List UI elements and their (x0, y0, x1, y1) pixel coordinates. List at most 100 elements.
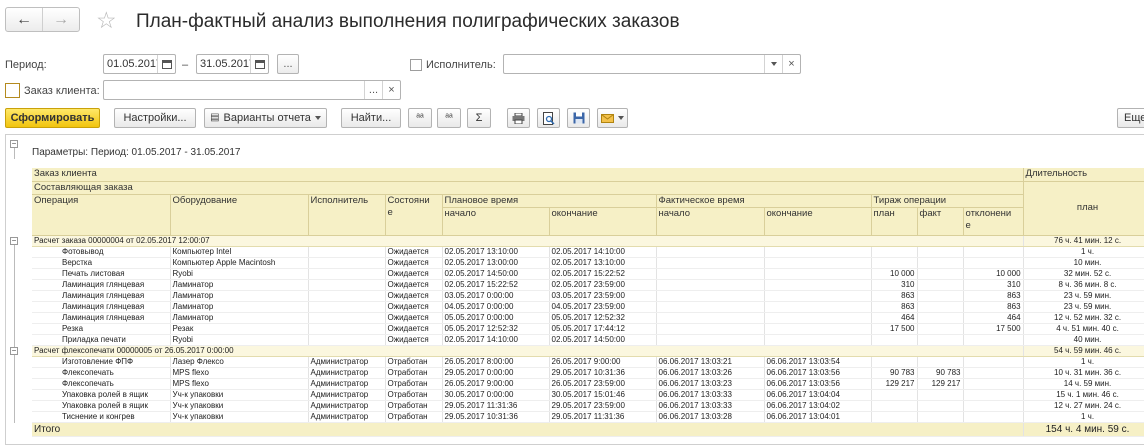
calendar-icon[interactable] (250, 55, 268, 73)
run-fact-cell (917, 400, 964, 412)
group-title: Расчет заказа 00000004 от 02.05.2017 12:… (32, 235, 1024, 247)
fact-start-cell (656, 257, 765, 269)
preview-icon[interactable] (537, 108, 560, 128)
clear-icon[interactable]: × (382, 81, 400, 99)
run-fact-cell (917, 268, 964, 280)
sum-icon[interactable]: Σ (467, 108, 491, 128)
print-icon[interactable] (507, 108, 530, 128)
plan-end-cell: 02.05.2017 14:10:00 (549, 246, 657, 258)
collapse-group-icon[interactable]: − (10, 237, 18, 245)
run-fact-cell (917, 356, 964, 368)
fact-start-cell: 06.06.2017 13:03:26 (656, 367, 765, 379)
table-row[interactable]: Упаковка ролей в ящик Уч-к упаковки Админи… (32, 400, 1144, 412)
plan-start-cell: 29.05.2017 0:00:00 (442, 367, 550, 379)
period-select-button[interactable]: ... (277, 54, 299, 74)
equipment-cell: Уч-к упаковки (170, 389, 309, 401)
header-order: Заказ клиента (32, 168, 1024, 182)
executor-cell (308, 312, 386, 324)
table-row[interactable]: Ламинация глянцевая Ламинатор Ожидается 04.… (32, 301, 1144, 313)
calendar-icon[interactable] (157, 55, 175, 73)
table-row[interactable]: Ламинация глянцевая Ламинатор Ожидается 05.… (32, 312, 1144, 324)
header-operation: Операция (32, 194, 171, 236)
run-deviation-cell (963, 400, 1024, 412)
forward-arrow-icon[interactable]: → (42, 8, 79, 31)
plan-start-cell: 02.05.2017 13:10:00 (442, 246, 550, 258)
email-icon[interactable] (597, 108, 628, 128)
save-icon[interactable] (567, 108, 590, 128)
table-row[interactable]: Фотовывод Компьютер Intel Ожидается 02.05.2… (32, 246, 1144, 258)
fact-end-cell (764, 323, 872, 335)
run-fact-cell (917, 323, 964, 335)
generate-button[interactable]: Сформировать (5, 108, 100, 128)
run-fact-cell (917, 411, 964, 423)
period-dash: – (182, 59, 189, 71)
executor-cell (308, 323, 386, 335)
plan-start-cell: 30.05.2017 0:00:00 (442, 389, 550, 401)
run-fact-cell: 90 783 (917, 367, 964, 379)
report-variants-button[interactable]: ▤ Варианты отчета (204, 108, 327, 128)
more-button[interactable]: Еще (1117, 108, 1144, 128)
table-row[interactable]: Флексопечать MPS flexo Администратор Отрабо… (32, 367, 1144, 379)
period-label: Период: (5, 59, 47, 71)
executor-checkbox[interactable] (410, 59, 422, 71)
plan-end-cell: 02.05.2017 14:50:00 (549, 334, 657, 346)
params-value: Период: 01.05.2017 - 31.05.2017 (90, 147, 241, 158)
clear-icon[interactable]: × (782, 55, 800, 73)
operation-cell: Флексопечать (32, 378, 171, 390)
duration-cell: 8 ч. 36 мин. 8 с. (1023, 279, 1144, 291)
back-arrow-icon[interactable]: ← (6, 8, 42, 31)
group-row[interactable]: Расчет заказа 00000004 от 02.05.2017 12:… (32, 235, 1144, 247)
duration-cell: 12 ч. 27 мин. 24 с. (1023, 400, 1144, 412)
table-row[interactable]: Изготовление ФПФ Лазер Флексо Администрато… (32, 356, 1144, 368)
header-dev-line1: отклонени (965, 207, 1012, 219)
duration-cell: 40 мин. (1023, 334, 1144, 346)
table-row[interactable]: Резка Резак Ожидается 05.05.2017 12:52:32 05… (32, 323, 1144, 335)
table-row[interactable]: Флексопечать MPS flexo Администратор Отрабо… (32, 378, 1144, 390)
order-field[interactable]: ... × (103, 80, 401, 100)
plan-start-cell: 03.05.2017 0:00:00 (442, 290, 550, 302)
header-state: Состояни е (385, 194, 443, 236)
table-row[interactable]: Тиснение и конгрев Уч-к упаковки Администр… (32, 411, 1144, 423)
group-duration: 54 ч. 59 мин. 46 с. (1023, 345, 1144, 357)
table-row[interactable]: Упаковка ролей в ящик Уч-к упаковки Админи… (32, 389, 1144, 401)
order-checkbox[interactable] (5, 83, 20, 98)
period-to-field[interactable]: 31.05.2017 (196, 54, 269, 74)
plan-end-cell: 26.05.2017 9:00:00 (549, 356, 657, 368)
period-from-field[interactable]: 01.05.2017 (103, 54, 176, 74)
table-row[interactable]: Верстка Компьютер Apple Macintosh Ожидаетс… (32, 257, 1144, 269)
operation-cell: Ламинация глянцевая (32, 301, 171, 313)
collapse-params-icon[interactable]: − (10, 140, 18, 148)
group-row[interactable]: Расчет флексопечати 00000005 от 26.05.20… (32, 345, 1144, 357)
settings-button[interactable]: Настройки... (114, 108, 196, 128)
collapse-group-icon[interactable]: − (10, 347, 18, 355)
run-deviation-cell: 464 (963, 312, 1024, 324)
state-cell: Ожидается (385, 257, 443, 269)
select-dots-icon[interactable]: ... (364, 81, 382, 99)
state-cell: Ожидается (385, 246, 443, 258)
header-run-plan: план (871, 207, 918, 236)
run-plan-cell: 17 500 (871, 323, 918, 335)
table-row[interactable]: Ламинация глянцевая Ламинатор Ожидается 02.… (32, 279, 1144, 291)
report-area[interactable]: − Параметры: Период: 01.05.2017 - 31.05.… (5, 134, 1144, 445)
header-executor: Исполнитель (308, 194, 386, 236)
group-title: Расчет флексопечати 00000005 от 26.05.20… (32, 345, 1024, 357)
duration-cell: 32 мин. 52 с. (1023, 268, 1144, 280)
plan-end-cell: 29.05.2017 23:59:00 (549, 400, 657, 412)
duration-cell: 23 ч. 59 мин. (1023, 290, 1144, 302)
run-deviation-cell (963, 389, 1024, 401)
find-button[interactable]: Найти... (341, 108, 401, 128)
fact-end-cell (764, 257, 872, 269)
dropdown-arrow-icon[interactable] (764, 55, 782, 73)
table-row[interactable]: Печать листовая Ryobi Ожидается 02.05.2017 … (32, 268, 1144, 280)
table-row[interactable]: Ламинация глянцевая Ламинатор Ожидается 03.… (32, 290, 1144, 302)
search-next-icon[interactable]: ᵃᵃ (437, 108, 461, 128)
executor-field[interactable]: × (503, 54, 801, 74)
run-fact-cell (917, 334, 964, 346)
favorite-star-icon[interactable]: ☆ (96, 7, 117, 33)
state-cell: Ожидается (385, 312, 443, 324)
table-row[interactable]: Приладка печати Ryobi Ожидается 02.05.2017 … (32, 334, 1144, 346)
equipment-cell: MPS flexo (170, 378, 309, 390)
duration-cell: 4 ч. 51 мин. 40 с. (1023, 323, 1144, 335)
search-previous-icon[interactable]: ᵃᵃ (408, 108, 432, 128)
outline-line (14, 355, 15, 423)
